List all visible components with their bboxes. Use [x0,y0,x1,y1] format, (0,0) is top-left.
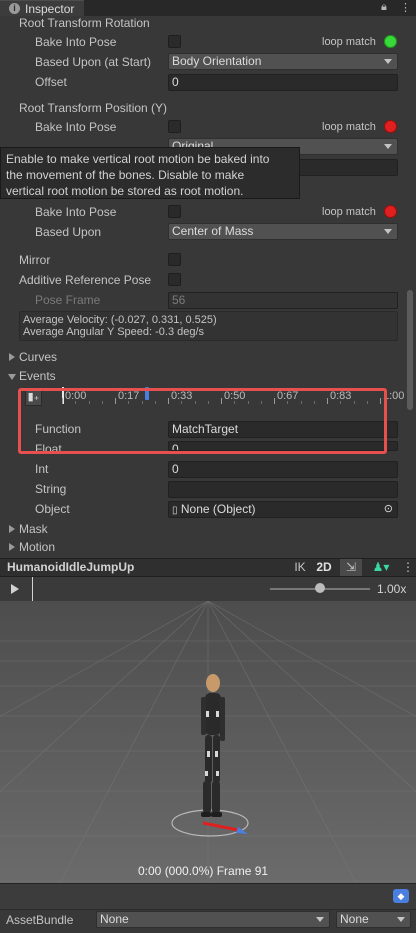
tooltip-line: Enable to make vertical root motion be b… [6,152,270,166]
root-rotation-header: Root Transform Rotation [19,16,150,30]
mask-foldout-arrow-icon[interactable] [9,525,15,533]
mask-foldout-label[interactable]: Mask [19,522,48,536]
speed-slider-thumb[interactable] [315,583,325,593]
object-picker-icon[interactable]: ⊙ [384,502,393,517]
asset-bundle-row: AssetBundle None None [0,909,416,933]
lock-icon[interactable]: 🔒︎ [381,1,387,14]
curves-foldout-arrow-icon[interactable] [9,353,15,361]
chevron-down-icon [397,917,405,922]
motion-foldout-arrow-icon[interactable] [9,543,15,551]
info-icon: i [9,3,20,14]
tag-icon[interactable]: ◆ [393,889,409,903]
pose-frame-field: 56 [168,292,398,309]
root-position-y-loop-match-indicator [384,120,397,133]
chevron-down-icon [384,59,392,64]
tooltip-line: vertical root motion be stored as root m… [6,184,244,198]
motion-info-box: Average Velocity: (-0.027, 0.331, 0.525)… [19,311,398,341]
document-icon: ▯ [172,505,178,516]
root-rotation-offset-field[interactable]: 0 [168,74,398,91]
avatar-figure-icon[interactable]: ♟▾ [366,559,396,576]
root-position-xz-loop-match-indicator [384,205,397,218]
event-string-label: String [35,482,67,496]
tab-bar: i Inspector 🔒︎ ⋮ [0,0,416,16]
root-rotation-bake-label: Bake Into Pose [35,35,117,49]
asset-bundle-variant-dropdown[interactable]: None [336,911,411,928]
preview-toolbar: HumanoidIdleJumpUp IK 2D ⇲ ♟▾ ⋮ [0,558,416,577]
event-int-label: Int [35,462,49,476]
curves-foldout-label[interactable]: Curves [19,350,57,364]
preview-scene [0,601,416,883]
root-position-y-loop-match-label: loop match [322,121,376,133]
preview-clip-name: HumanoidIdleJumpUp [7,560,135,574]
root-position-y-bake-checkbox[interactable] [168,120,181,133]
preview-playbar: 1.00x [0,577,416,601]
event-object-value: None (Object) [180,502,256,516]
chevron-down-icon [316,917,324,922]
root-position-y-bake-label: Bake Into Pose [35,120,117,134]
inspector-scrollbar-thumb[interactable] [407,290,413,410]
root-rotation-based-upon-label: Based Upon (at Start) [35,55,152,69]
root-position-xz-based-upon-value: Center of Mass [172,224,254,238]
root-position-xz-based-upon-dropdown[interactable]: Center of Mass [168,223,398,240]
event-int-field[interactable]: 0 [168,461,398,478]
motion-foldout-label[interactable]: Motion [19,540,55,554]
root-rotation-based-upon-value: Body Orientation [172,54,262,68]
events-foldout-label[interactable]: Events [19,369,56,383]
bake-into-pose-tooltip: Enable to make vertical root motion be b… [0,147,300,199]
kebab-menu-icon[interactable]: ⋮ [400,1,411,14]
preview-status-text: 0:00 (000.0%) Frame 91 [138,864,269,878]
tooltip-line: the movement of the bones. Disable to ma… [6,168,245,182]
2d-mode-button[interactable]: 2D [313,559,335,576]
highlight-box [18,388,387,454]
event-object-field[interactable]: ▯ None (Object) ⊙ [168,501,398,518]
ik-toggle-button[interactable]: IK [291,559,309,576]
play-icon[interactable] [11,584,19,594]
average-velocity-text: Average Velocity: (-0.027, 0.331, 0.525) [23,314,217,326]
additive-reference-pose-checkbox[interactable] [168,273,181,286]
root-position-y-header: Root Transform Position (Y) [19,101,168,115]
chevron-down-icon [384,144,392,149]
chevron-down-icon [384,229,392,234]
root-position-xz-bake-checkbox[interactable] [168,205,181,218]
asset-labels-strip: ◆ [0,883,416,909]
average-angular-speed-text: Average Angular Y Speed: -0.3 deg/s [23,326,205,338]
root-position-xz-loop-match-label: loop match [322,206,376,218]
pivot-icon[interactable]: ⇲ [340,559,362,576]
tab-inspector[interactable]: i Inspector [0,0,84,16]
event-string-field[interactable] [168,481,398,498]
scrub-playhead[interactable] [32,577,33,601]
events-foldout-arrow-icon[interactable] [8,374,16,380]
event-object-label: Object [35,502,70,516]
root-position-xz-based-upon-label: Based Upon [35,225,102,239]
animation-preview-viewport[interactable]: 0:00 (000.0%) Frame 91 [0,601,416,883]
root-rotation-bake-checkbox[interactable] [168,35,181,48]
asset-bundle-name-value: None [100,912,129,926]
mirror-checkbox[interactable] [168,253,181,266]
root-rotation-loop-match-indicator [384,35,397,48]
additive-reference-pose-label: Additive Reference Pose [19,273,152,287]
asset-bundle-label: AssetBundle [6,913,74,927]
asset-bundle-variant-value: None [340,912,369,926]
asset-bundle-name-dropdown[interactable]: None [96,911,330,928]
root-rotation-offset-label: Offset [35,75,67,89]
root-rotation-loop-match-label: loop match [322,36,376,48]
root-position-xz-bake-label: Bake Into Pose [35,205,117,219]
root-rotation-based-upon-dropdown[interactable]: Body Orientation [168,53,398,70]
kebab-menu-icon[interactable]: ⋮ [402,559,414,576]
pose-frame-label: Pose Frame [35,293,101,307]
mirror-label: Mirror [19,253,51,267]
speed-value-label: 1.00x [377,582,407,596]
tab-inspector-label: Inspector [25,2,75,16]
